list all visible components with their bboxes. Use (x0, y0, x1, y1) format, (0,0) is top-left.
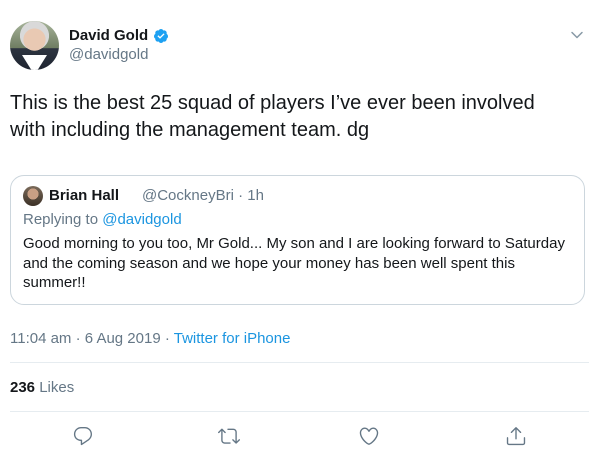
heart-icon[interactable] (358, 425, 380, 447)
quoted-text: Good morning to you too, Mr Gold... My s… (23, 235, 565, 291)
share-icon[interactable] (505, 425, 527, 447)
tweet: David Gold @davidgold This is the best 2… (0, 0, 599, 462)
author-handle[interactable]: @davidgold (69, 46, 148, 64)
author-name[interactable]: David Gold (69, 27, 148, 45)
divider (10, 411, 589, 412)
verified-badge-icon (153, 28, 169, 44)
quoted-author-name: Brian Hall (49, 187, 120, 204)
replying-mention-link[interactable]: @davidgold (102, 211, 181, 228)
replying-prefix: Replying to (23, 211, 103, 228)
reply-icon[interactable] (72, 425, 94, 447)
quoted-tweet[interactable]: Brian Hall @CockneyBri · 1h Replying to … (10, 175, 585, 305)
tweet-meta: 11:04 am · 6 Aug 2019 · Twitter for iPho… (10, 330, 290, 348)
likes-label: Likes (35, 379, 75, 396)
chevron-down-icon[interactable] (569, 27, 585, 43)
timestamp[interactable]: 11:04 am · 6 Aug 2019 · (10, 330, 174, 347)
quoted-replying-to: Replying to @davidgold (23, 211, 182, 229)
likes-count: 236 (10, 379, 36, 396)
quoted-avatar (23, 186, 43, 206)
divider (10, 362, 589, 363)
quoted-handle-time: @CockneyBri · 1h (142, 187, 264, 204)
likes-stat[interactable]: 236 Likes (10, 379, 74, 397)
avatar[interactable] (10, 21, 59, 70)
tweet-text: This is the best 25 squad of players I’v… (10, 92, 535, 141)
retweet-icon[interactable] (218, 425, 240, 447)
source-link[interactable]: Twitter for iPhone (174, 330, 291, 347)
